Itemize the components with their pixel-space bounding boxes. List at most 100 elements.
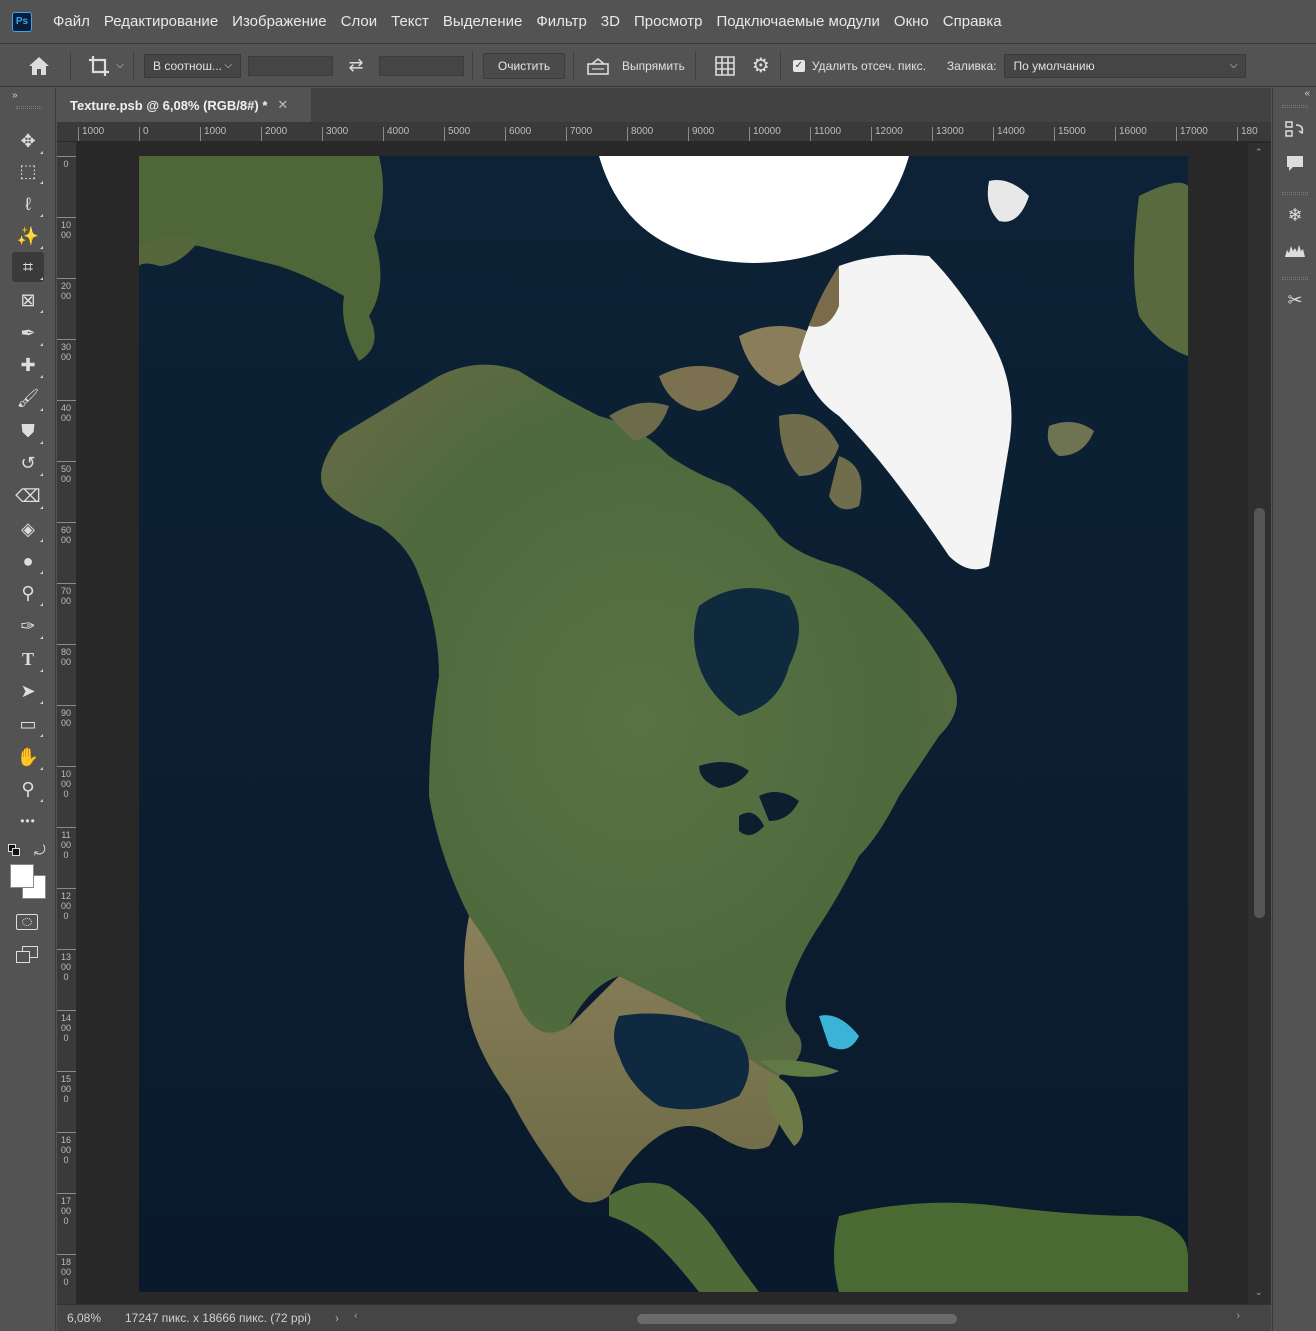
straighten-icon[interactable] bbox=[584, 57, 612, 75]
menu-filter[interactable]: Фильтр bbox=[529, 13, 593, 30]
comments-icon[interactable] bbox=[1281, 150, 1309, 178]
panel-grip[interactable] bbox=[1282, 192, 1308, 195]
status-bar: 6,08% 17247 пикс. x 18666 пикс. (72 ppi)… bbox=[57, 1304, 1271, 1331]
path-selection-tool-icon: ➤ bbox=[20, 680, 36, 701]
path-selection-tool[interactable]: ➤ bbox=[12, 676, 44, 706]
photoshop-logo-icon[interactable]: Ps bbox=[12, 11, 32, 32]
delete-cropped-label[interactable]: Удалить отсеч. пикс. bbox=[812, 59, 926, 73]
vertical-scroll-thumb[interactable] bbox=[1254, 508, 1265, 918]
horizontal-scroll-thumb[interactable] bbox=[637, 1314, 957, 1324]
gear-icon[interactable]: ⚙ bbox=[746, 53, 776, 78]
default-colors-icon[interactable] bbox=[8, 844, 20, 856]
marquee-tool[interactable]: ⬚ bbox=[12, 156, 44, 186]
home-icon[interactable] bbox=[24, 56, 54, 76]
vertical-ruler[interactable]: 0 1000 2000 3000 4000 5000 6000 7000 8000 9000 100… bbox=[57, 142, 77, 1304]
fill-select[interactable]: По умолчанию ⌵ bbox=[1004, 53, 1247, 78]
menu-file[interactable]: Файл bbox=[46, 13, 97, 30]
status-menu-chevron-icon[interactable]: › bbox=[335, 1311, 339, 1325]
crop-tool[interactable]: ⌗ bbox=[12, 252, 44, 282]
document-tab[interactable]: Texture.psb @ 6,08% (RGB/8#) * ✕ bbox=[57, 88, 311, 122]
menu-plugins[interactable]: Подключаемые модули bbox=[709, 13, 886, 30]
menu-layers[interactable]: Слои bbox=[334, 13, 384, 30]
width-input[interactable] bbox=[248, 55, 333, 76]
rectangle-tool-icon: ▭ bbox=[19, 713, 37, 734]
ruler-v-label: 7000 bbox=[61, 586, 72, 606]
panel-grip[interactable] bbox=[16, 106, 42, 109]
menu-image[interactable]: Изображение bbox=[225, 13, 334, 30]
blur-tool-icon: ● bbox=[22, 550, 34, 571]
chevron-down-icon[interactable]: ⌄ bbox=[1255, 1287, 1263, 1298]
menubar: Ps Файл Редактирование Изображение Слои … bbox=[0, 0, 1316, 44]
ruler-v-label: 1000 bbox=[61, 220, 72, 240]
move-tool[interactable]: ✥ bbox=[12, 126, 44, 156]
screen-mode-icon[interactable] bbox=[16, 946, 38, 964]
history-brush-tool[interactable]: ↺ bbox=[12, 448, 44, 478]
straighten-label[interactable]: Выпрямить bbox=[622, 59, 685, 73]
horizontal-scrollbar[interactable]: ‹ › bbox=[352, 1310, 1242, 1327]
chevron-up-icon[interactable]: ⌃ bbox=[1255, 147, 1263, 158]
brush-tool[interactable]: 🖌 bbox=[12, 383, 44, 413]
crop-preset-icon[interactable] bbox=[85, 55, 113, 77]
ruler-v-tick bbox=[57, 949, 76, 950]
frame-tool[interactable]: ⊠ bbox=[12, 285, 44, 315]
navigator-icon[interactable]: ❄ bbox=[1281, 201, 1309, 229]
eraser-tool[interactable]: ⌫ bbox=[12, 481, 44, 511]
histogram-icon[interactable] bbox=[1281, 236, 1309, 264]
chevron-down-icon: ⌵ bbox=[1229, 60, 1238, 71]
dodge-tool[interactable]: ⚲ bbox=[12, 578, 44, 608]
delete-cropped-checkbox[interactable]: ✓ bbox=[792, 59, 805, 72]
blur-tool[interactable]: ● bbox=[12, 546, 44, 576]
foreground-color-swatch[interactable] bbox=[10, 864, 34, 888]
menu-select[interactable]: Выделение bbox=[436, 13, 529, 30]
panel-grip[interactable] bbox=[1282, 277, 1308, 280]
menu-view[interactable]: Просмотр bbox=[627, 13, 710, 30]
document-info: 17247 пикс. x 18666 пикс. (72 ppi) bbox=[125, 1311, 311, 1325]
close-icon[interactable]: ✕ bbox=[277, 97, 288, 113]
ruler-h-label: 0 bbox=[139, 127, 149, 141]
zoom-tool[interactable]: ⚲ bbox=[12, 774, 44, 804]
paint-bucket-tool[interactable]: ◈ bbox=[12, 514, 44, 544]
swap-icon[interactable]: ⇄ bbox=[333, 55, 379, 76]
separator bbox=[133, 51, 134, 80]
ratio-select[interactable]: В соотнош... ⌵ bbox=[144, 53, 241, 78]
height-input[interactable] bbox=[379, 55, 464, 76]
hand-tool[interactable]: ✋ bbox=[12, 742, 44, 772]
fill-label: Заливка: bbox=[946, 58, 997, 73]
type-tool[interactable]: T bbox=[12, 644, 44, 674]
healing-brush-tool[interactable]: ✚ bbox=[12, 350, 44, 380]
more-tools[interactable]: ••• bbox=[12, 806, 44, 836]
chevron-down-icon[interactable]: ⌵ bbox=[113, 60, 127, 71]
collapse-panel-icon[interactable]: « bbox=[1304, 88, 1310, 99]
north-america-satellite-map[interactable] bbox=[139, 156, 1188, 1292]
menu-window[interactable]: Окно bbox=[887, 13, 936, 30]
menu-help[interactable]: Справка bbox=[936, 13, 1009, 30]
menu-type[interactable]: Текст bbox=[384, 13, 436, 30]
ruler-h-label: 8000 bbox=[627, 127, 653, 141]
zoom-level[interactable]: 6,08% bbox=[57, 1311, 113, 1325]
chevron-left-icon[interactable]: ‹ bbox=[354, 1310, 358, 1322]
lasso-tool[interactable]: ℓ bbox=[12, 189, 44, 219]
vertical-scrollbar[interactable]: ⌃ ⌄ bbox=[1248, 143, 1271, 1304]
quick-mask-icon[interactable] bbox=[16, 914, 38, 930]
history-icon[interactable] bbox=[1281, 116, 1309, 144]
menu-edit[interactable]: Редактирование bbox=[97, 13, 225, 30]
pen-tool[interactable]: ✑ bbox=[12, 611, 44, 641]
separator bbox=[573, 51, 574, 80]
panel-grip[interactable] bbox=[1282, 105, 1308, 108]
chevron-right-icon[interactable]: › bbox=[1236, 1310, 1240, 1322]
canvas[interactable] bbox=[78, 143, 1248, 1304]
eraser-tool-icon: ⌫ bbox=[15, 485, 41, 506]
menu-3d[interactable]: 3D bbox=[594, 13, 627, 30]
ruler-h-label: 12000 bbox=[871, 127, 903, 141]
more-tools-icon: ••• bbox=[20, 814, 36, 828]
horizontal-ruler[interactable]: 1000 0 1000 2000 3000 4000 5000 6000 7000 8000 900… bbox=[57, 122, 1271, 142]
clear-button[interactable]: Очистить bbox=[483, 52, 565, 79]
magic-wand-tool[interactable]: ✨ bbox=[12, 221, 44, 251]
swap-colors-icon[interactable]: ⤾ bbox=[34, 842, 46, 859]
tools-scissors-icon[interactable]: ✂ bbox=[1281, 286, 1309, 314]
eyedropper-tool[interactable]: ✒ bbox=[12, 318, 44, 348]
rectangle-tool[interactable]: ▭ bbox=[12, 709, 44, 739]
grid-overlay-icon[interactable] bbox=[710, 55, 740, 77]
collapse-panel-icon[interactable]: » bbox=[12, 90, 18, 101]
clone-stamp-tool[interactable]: ⛊ bbox=[12, 416, 44, 446]
